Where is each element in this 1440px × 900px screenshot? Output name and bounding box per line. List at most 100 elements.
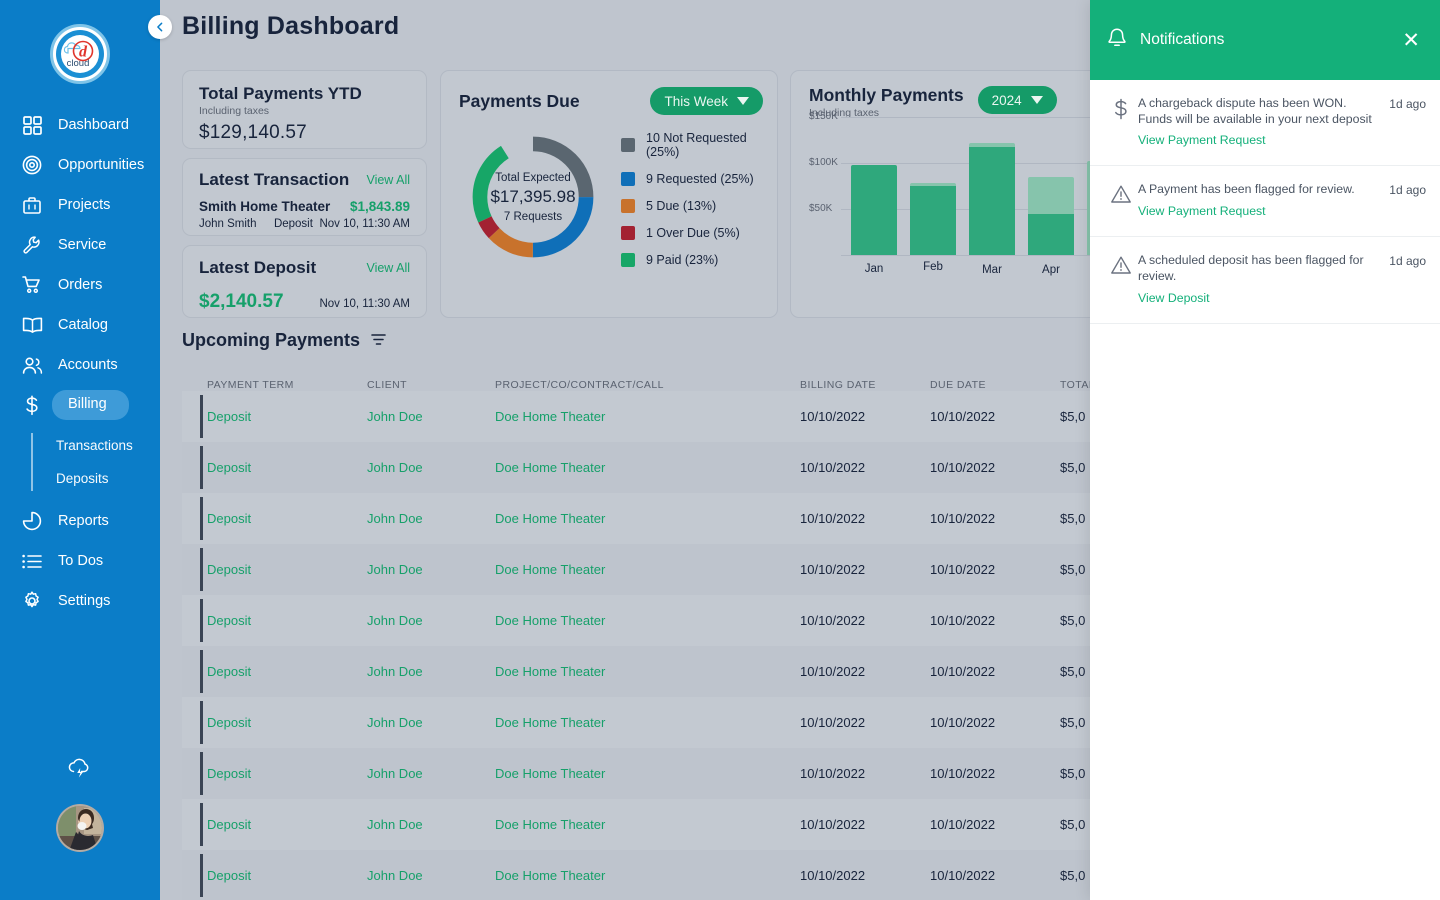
sidebar-item-label: Opportunities: [58, 156, 145, 173]
sidebar-item-catalog[interactable]: Catalog: [0, 305, 160, 345]
sidebar-item-transactions[interactable]: Transactions: [56, 429, 160, 462]
latest-deposit-date: Nov 10, 11:30 AM: [319, 298, 410, 310]
sidebar-item-projects[interactable]: Projects: [0, 185, 160, 225]
cell-payment-term[interactable]: Deposit: [207, 715, 367, 730]
cell-project[interactable]: Doe Home Theater: [495, 868, 800, 883]
cell-project[interactable]: Doe Home Theater: [495, 562, 800, 577]
notification-item[interactable]: A Payment has been flagged for review. Vi…: [1090, 166, 1440, 238]
gear-icon: [20, 589, 44, 613]
dollar-icon: [20, 393, 44, 417]
bar-feb[interactable]: [910, 183, 956, 255]
cell-project[interactable]: Doe Home Theater: [495, 460, 800, 475]
column-header-client[interactable]: CLIENT: [367, 379, 495, 391]
latest-transaction-client: John Smith: [199, 218, 257, 230]
briefcase-icon: [20, 193, 44, 217]
cell-due-date: 10/10/2022: [930, 460, 996, 475]
cell-payment-term[interactable]: Deposit: [207, 460, 367, 475]
sidebar-item-label: Accounts: [58, 356, 118, 373]
cell-client[interactable]: John Doe: [367, 613, 495, 628]
cell-client[interactable]: John Doe: [367, 715, 495, 730]
notification-text: A Payment has been flagged for review.: [1138, 182, 1355, 197]
sidebar-item-dashboard[interactable]: Dashboard: [0, 105, 160, 145]
monthly-payments-year-dropdown[interactable]: 2024: [977, 86, 1057, 114]
sidebar-item-service[interactable]: Service: [0, 225, 160, 265]
cell-project[interactable]: Doe Home Theater: [495, 409, 800, 424]
avatar[interactable]: [56, 804, 104, 852]
filter-icon[interactable]: [371, 330, 386, 351]
cell-payment-term[interactable]: Deposit: [207, 817, 367, 832]
cell-payment-term[interactable]: Deposit: [207, 766, 367, 781]
cell-payment-term[interactable]: Deposit: [207, 868, 367, 883]
cell-payment-term[interactable]: Deposit: [207, 409, 367, 424]
sidebar: d cloud Dashboard Opportunities Projects…: [0, 0, 160, 900]
latest-transaction-date: Nov 10, 11:30 AM: [319, 218, 410, 230]
latest-transaction-view-all[interactable]: View All: [366, 173, 410, 187]
sidebar-item-label: Billing: [52, 390, 129, 420]
cell-payment-term[interactable]: Deposit: [207, 562, 367, 577]
cell-project[interactable]: Doe Home Theater: [495, 766, 800, 781]
cell-billing-date: 10/10/2022: [800, 766, 866, 781]
cell-client[interactable]: John Doe: [367, 562, 495, 577]
sidebar-item-billing[interactable]: Billing: [0, 385, 160, 425]
cell-client[interactable]: John Doe: [367, 511, 495, 526]
notification-item[interactable]: A scheduled deposit has been flagged for…: [1090, 237, 1440, 324]
latest-transaction-amount: $1,843.89: [349, 199, 410, 214]
cell-client[interactable]: John Doe: [367, 868, 495, 883]
cell-project[interactable]: Doe Home Theater: [495, 613, 800, 628]
sidebar-subitem-label: Deposits: [56, 471, 109, 486]
notification-link[interactable]: View Payment Request: [1138, 204, 1266, 218]
latest-deposit-view-all[interactable]: View All: [366, 261, 410, 275]
cell-project[interactable]: Doe Home Theater: [495, 511, 800, 526]
bar-mar[interactable]: [969, 143, 1015, 255]
column-header-project[interactable]: PROJECT/CO/CONTRACT/CALL: [495, 379, 800, 391]
sidebar-item-opportunities[interactable]: Opportunities: [0, 145, 160, 185]
notification-time: 1d ago: [1389, 97, 1426, 111]
close-icon[interactable]: ✕: [1402, 30, 1420, 51]
cell-payment-term[interactable]: Deposit: [207, 613, 367, 628]
payments-due-period-dropdown[interactable]: This Week: [650, 87, 763, 115]
notification-link[interactable]: View Payment Request: [1138, 133, 1266, 147]
cell-project[interactable]: Doe Home Theater: [495, 715, 800, 730]
app-logo[interactable]: d cloud: [50, 24, 110, 84]
cell-project[interactable]: Doe Home Theater: [495, 817, 800, 832]
legend-item[interactable]: 5 Due (13%): [621, 199, 777, 213]
cell-due-date: 10/10/2022: [930, 613, 996, 628]
column-header-payment-term[interactable]: PAYMENT TERM: [207, 379, 367, 391]
notification-item[interactable]: A chargeback dispute has been WON. Funds…: [1090, 80, 1440, 167]
cell-payment-term[interactable]: Deposit: [207, 664, 367, 679]
cloud-lightning-icon[interactable]: [66, 755, 94, 783]
y-tick-50k: $50K: [809, 203, 833, 214]
sidebar-item-todos[interactable]: To Dos: [0, 541, 160, 581]
legend-item[interactable]: 9 Requested (25%): [621, 172, 777, 186]
bar-apr[interactable]: [1028, 177, 1074, 255]
cell-project[interactable]: Doe Home Theater: [495, 664, 800, 679]
column-header-billing-date[interactable]: BILLING DATE: [800, 379, 930, 391]
sidebar-item-settings[interactable]: Settings: [0, 581, 160, 621]
column-header-due-date[interactable]: DUE DATE: [930, 379, 1060, 391]
sidebar-item-reports[interactable]: Reports: [0, 501, 160, 541]
cell-payment-term[interactable]: Deposit: [207, 511, 367, 526]
warning-triangle-icon: [1104, 253, 1138, 306]
sidebar-item-accounts[interactable]: Accounts: [0, 345, 160, 385]
sidebar-item-orders[interactable]: Orders: [0, 265, 160, 305]
cell-client[interactable]: John Doe: [367, 409, 495, 424]
legend-item[interactable]: 10 Not Requested (25%): [621, 131, 777, 159]
legend-swatch-paid: [621, 253, 635, 267]
sidebar-item-deposits[interactable]: Deposits: [56, 462, 160, 495]
cell-client[interactable]: John Doe: [367, 664, 495, 679]
y-tick-150k: $150K: [809, 111, 838, 122]
legend-item[interactable]: 1 Over Due (5%): [621, 226, 777, 240]
cell-due-date: 10/10/2022: [930, 562, 996, 577]
cell-billing-date: 10/10/2022: [800, 562, 866, 577]
sidebar-collapse-button[interactable]: [148, 15, 172, 39]
legend-label: 1 Over Due (5%): [646, 226, 740, 240]
cell-client[interactable]: John Doe: [367, 460, 495, 475]
notification-link[interactable]: View Deposit: [1138, 291, 1210, 305]
cell-client[interactable]: John Doe: [367, 817, 495, 832]
cell-client[interactable]: John Doe: [367, 766, 495, 781]
bar-jan[interactable]: [851, 165, 897, 255]
cell-due-date: 10/10/2022: [930, 766, 996, 781]
notifications-panel: Notifications ✕ A chargeback dispute has…: [1090, 0, 1440, 900]
legend-item[interactable]: 9 Paid (23%): [621, 253, 777, 267]
cell-due-date: 10/10/2022: [930, 664, 996, 679]
